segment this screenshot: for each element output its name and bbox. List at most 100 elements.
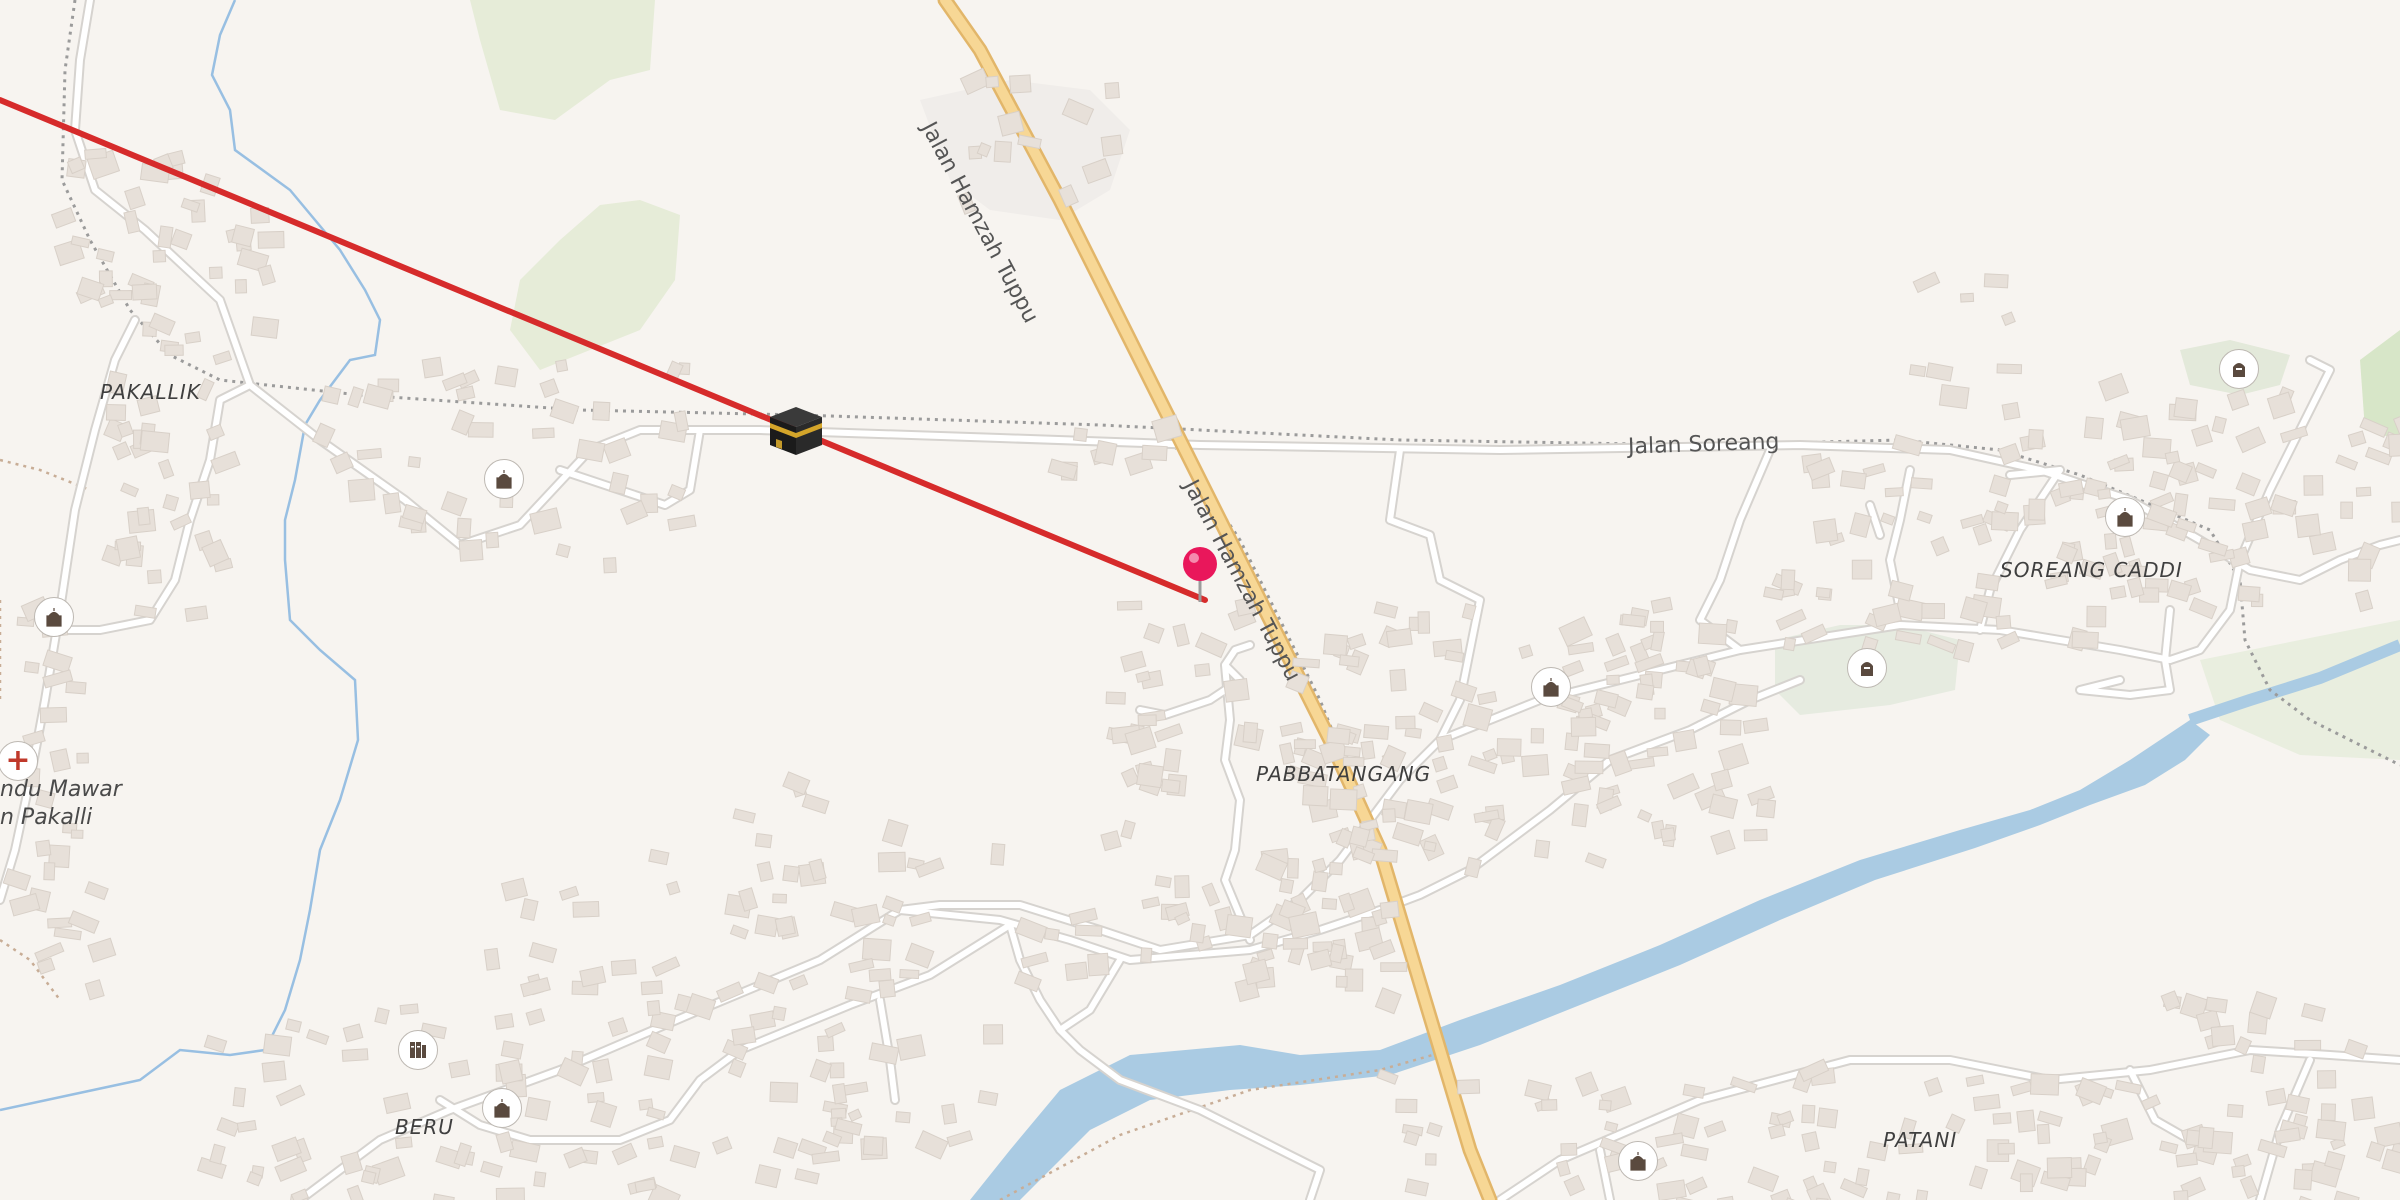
building [754,832,773,849]
mosque-icon[interactable] [34,597,74,637]
building [1482,748,1498,763]
building [774,915,796,938]
building [1583,742,1611,759]
building [1983,273,2009,289]
building [1992,1112,2012,1125]
cemetery-icon[interactable] [2219,349,2259,389]
hospital-label[interactable]: ndu Mawar n Pakalli [0,776,122,832]
building [2092,1131,2109,1145]
building [2046,1157,2073,1179]
building [2364,446,2393,466]
building [120,482,140,498]
map-view[interactable]: Jalan Hamzah Tuppu Jalan Hamzah Tuppu Ja… [0,0,2400,1200]
building [2315,1118,2347,1142]
place-label-beru: BERU [395,1115,454,1139]
building [1708,676,1737,703]
building [881,895,904,914]
building [756,861,774,883]
building [528,941,558,964]
building [1604,1120,1619,1133]
building [321,385,342,405]
building [1014,916,1048,944]
building [1286,857,1300,879]
building [1189,922,1206,944]
building [407,456,421,469]
building [1403,799,1434,826]
building [1656,1179,1687,1200]
building [868,1042,900,1065]
building [1654,1132,1685,1148]
mosque-icon[interactable] [1531,667,1571,707]
building [592,401,611,422]
building [1137,714,1157,727]
building [941,1103,958,1125]
building [2388,432,2400,457]
building [1104,81,1120,100]
building [136,506,151,526]
building [1563,1174,1586,1197]
building [1682,1083,1706,1099]
building [1426,1121,1443,1138]
building [1851,559,1873,580]
building [2265,1087,2287,1106]
building [1518,644,1534,660]
building [139,430,171,454]
building [1703,1120,1727,1138]
building [2239,1175,2260,1200]
building [383,1092,412,1115]
building [2208,497,2236,511]
building [731,1026,757,1046]
building [1521,753,1550,778]
building [2086,605,2107,628]
building [1801,1104,1816,1124]
mosque-icon[interactable] [484,459,524,499]
building [1074,924,1103,937]
mosque-icon[interactable] [2105,497,2145,537]
building [8,892,41,917]
building [993,140,1012,163]
building [360,1169,377,1185]
school-icon[interactable] [398,1030,438,1070]
building [123,209,141,235]
cemetery-icon[interactable] [1847,648,1887,688]
building [347,386,365,409]
building [602,557,617,574]
building [2355,486,2372,497]
building [1418,701,1444,723]
mosque-icon[interactable] [482,1088,522,1128]
building [525,1008,546,1026]
building [643,1055,674,1081]
building [1839,470,1867,490]
building [421,356,444,379]
building [2037,1110,2063,1127]
building [2335,454,2359,471]
building [1302,784,1329,807]
kaaba-icon[interactable] [768,403,824,463]
building [1064,961,1089,982]
building [1719,719,1742,736]
building [579,965,607,988]
building [346,1184,365,1200]
building [1363,724,1390,740]
building [105,403,127,421]
location-pin-icon[interactable] [1182,546,1222,610]
building [782,864,800,883]
building [2300,1002,2326,1022]
building [2235,472,2261,497]
building [2098,372,2130,402]
building [1140,947,1153,964]
building [1154,875,1172,889]
building [1997,1142,2015,1155]
building [646,1000,661,1017]
building [1975,572,2001,592]
building [1534,839,1551,859]
building [2347,558,2372,582]
mosque-icon[interactable] [1618,1141,1658,1181]
building [1100,134,1124,157]
building [2211,415,2227,434]
building [1555,1159,1571,1177]
building [881,818,909,848]
building [39,706,68,724]
building [184,605,209,623]
building [53,927,82,941]
